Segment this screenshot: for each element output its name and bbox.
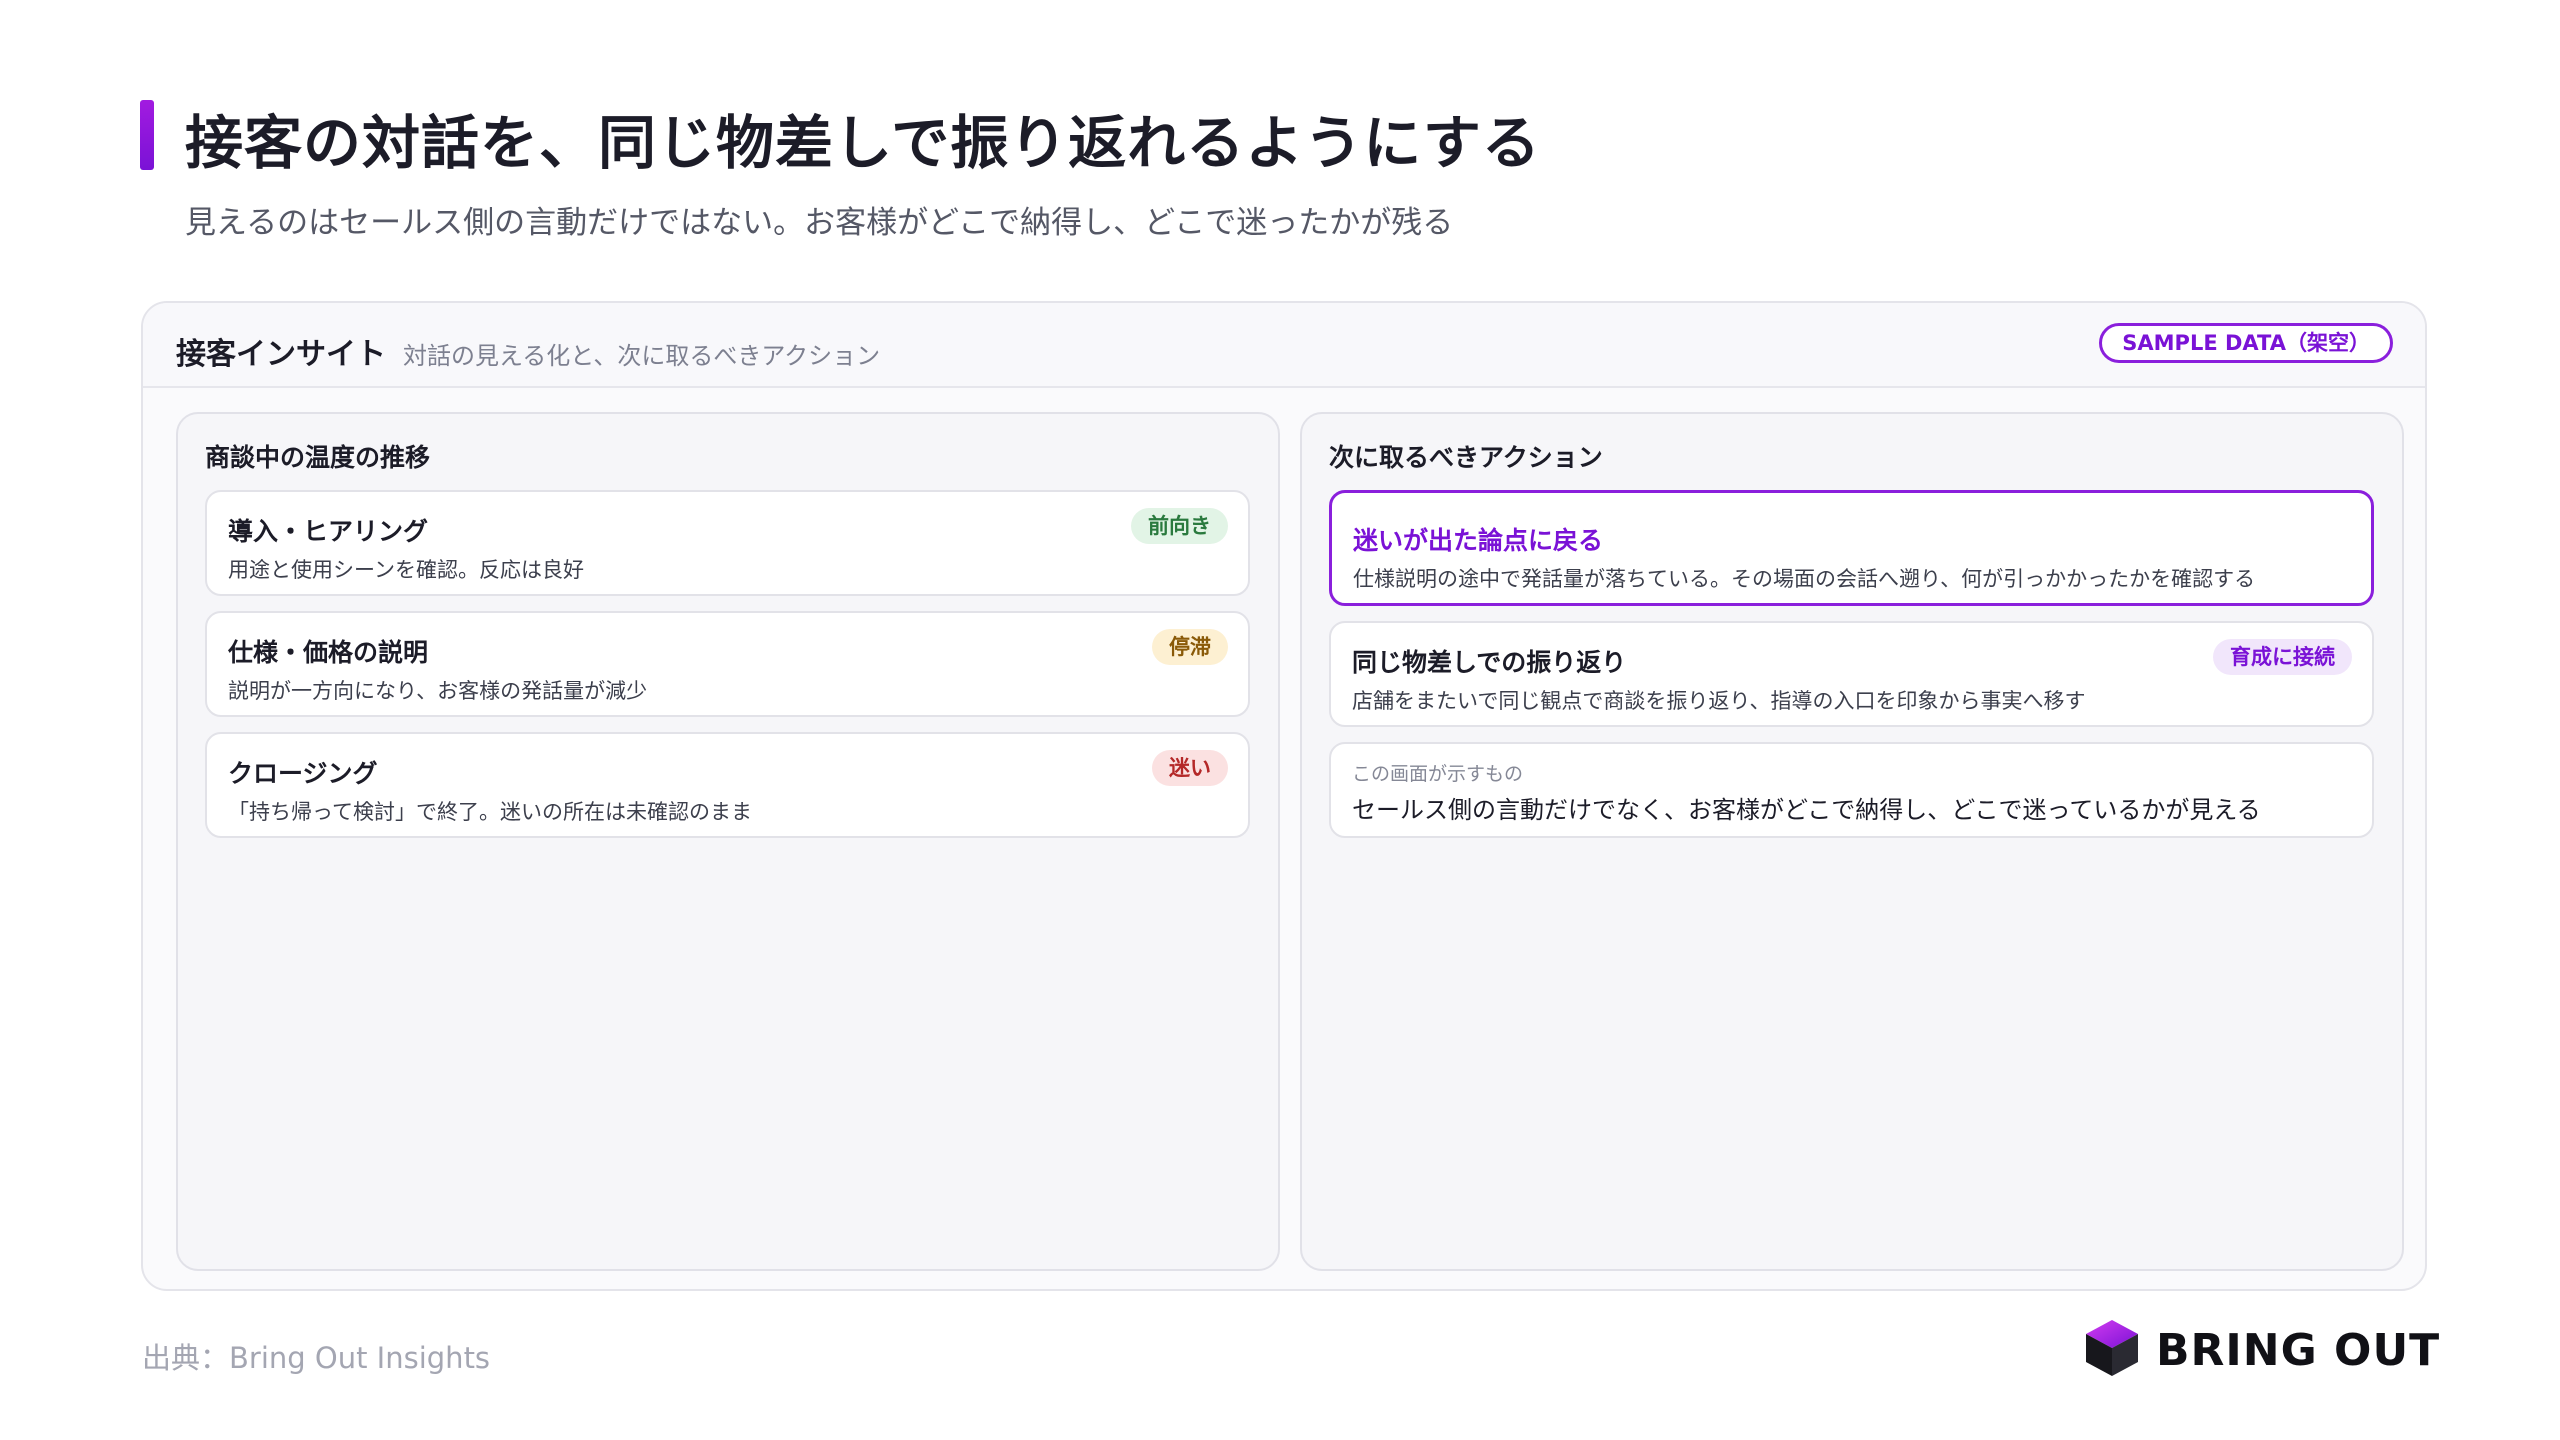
training-badge: 育成に接続 [2213,639,2352,675]
stage-card-pricing[interactable]: 仕様・価格の説明 説明が一方向になり、お客様の発話量が減少 停滞 [205,611,1250,717]
action-column: 次に取るべきアクション 迷いが出た論点に戻る 仕様説明の途中で発話量が落ちている… [1300,412,2404,1271]
stage-card-desc: 説明が一方向になり、お客様の発話量が減少 [228,679,648,703]
source-credit: 出典：Bring Out Insights [142,1341,491,1375]
action-card-return-to-issue[interactable]: 迷いが出た論点に戻る 仕様説明の途中で発話量が落ちている。その場面の会話へ遡り、… [1329,490,2374,606]
stage-card-title: クロージング [228,759,378,788]
temperature-column-title: 商談中の温度の推移 [205,443,431,472]
stage-card-closing[interactable]: クロージング 「持ち帰って検討」で終了。迷いの所在は未確認のまま 迷い [205,732,1250,838]
page-subtitle: 見えるのはセールス側の言動だけではない。お客様がどこで納得し、どこで迷ったかが残… [185,205,1454,241]
action-card-desc: 店舗をまたいで同じ観点で商談を振り返り、指導の入口を印象から事実へ移す [1352,689,2086,713]
panel-header: 接客インサイト 対話の見える化と、次に取るべきアクション SAMPLE DATA… [143,303,2425,388]
summary-label: この画面が示すもの [1352,763,1524,785]
stage-card-title: 仕様・価格の説明 [228,638,429,667]
action-card-summary: この画面が示すもの セールス側の言動だけでなく、お客様がどこで納得し、どこで迷っ… [1329,742,2374,838]
panel-title: 接客インサイト [176,337,386,372]
bring-out-logo-icon [2086,1320,2138,1376]
action-card-title: 同じ物差しでの振り返り [1352,648,1627,677]
action-card-title: 迷いが出た論点に戻る [1353,526,1604,555]
action-card-review[interactable]: 同じ物差しでの振り返り 店舗をまたいで同じ観点で商談を振り返り、指導の入口を印象… [1329,621,2374,727]
action-card-desc: 仕様説明の途中で発話量が落ちている。その場面の会話へ遡り、何が引っかかったかを確… [1353,567,2256,591]
sample-data-badge: SAMPLE DATA（架空） [2099,323,2393,363]
page-title: 接客の対話を、同じ物差しで振り返れるようにする [185,109,1541,177]
status-badge-hesitant: 迷い [1152,750,1228,786]
title-accent-bar [140,100,154,170]
insight-panel: 接客インサイト 対話の見える化と、次に取るべきアクション SAMPLE DATA… [141,301,2427,1291]
status-badge-stalled: 停滞 [1152,629,1228,665]
stage-card-hearing[interactable]: 導入・ヒアリング 用途と使用シーンを確認。反応は良好 前向き [205,490,1250,596]
status-badge-positive: 前向き [1131,508,1228,544]
summary-text: セールス側の言動だけでなく、お客様がどこで納得し、どこで迷っているかが見える [1352,796,2261,824]
temperature-column: 商談中の温度の推移 導入・ヒアリング 用途と使用シーンを確認。反応は良好 前向き… [176,412,1280,1271]
stage-card-desc: 「持ち帰って検討」で終了。迷いの所在は未確認のまま [228,800,752,824]
action-column-title: 次に取るべきアクション [1329,443,1603,472]
stage-card-title: 導入・ヒアリング [228,517,429,546]
stage-card-desc: 用途と使用シーンを確認。反応は良好 [228,558,584,582]
brand-logo-text: BRING OUT [2156,1325,2441,1376]
panel-subtitle: 対話の見える化と、次に取るべきアクション [403,342,881,370]
